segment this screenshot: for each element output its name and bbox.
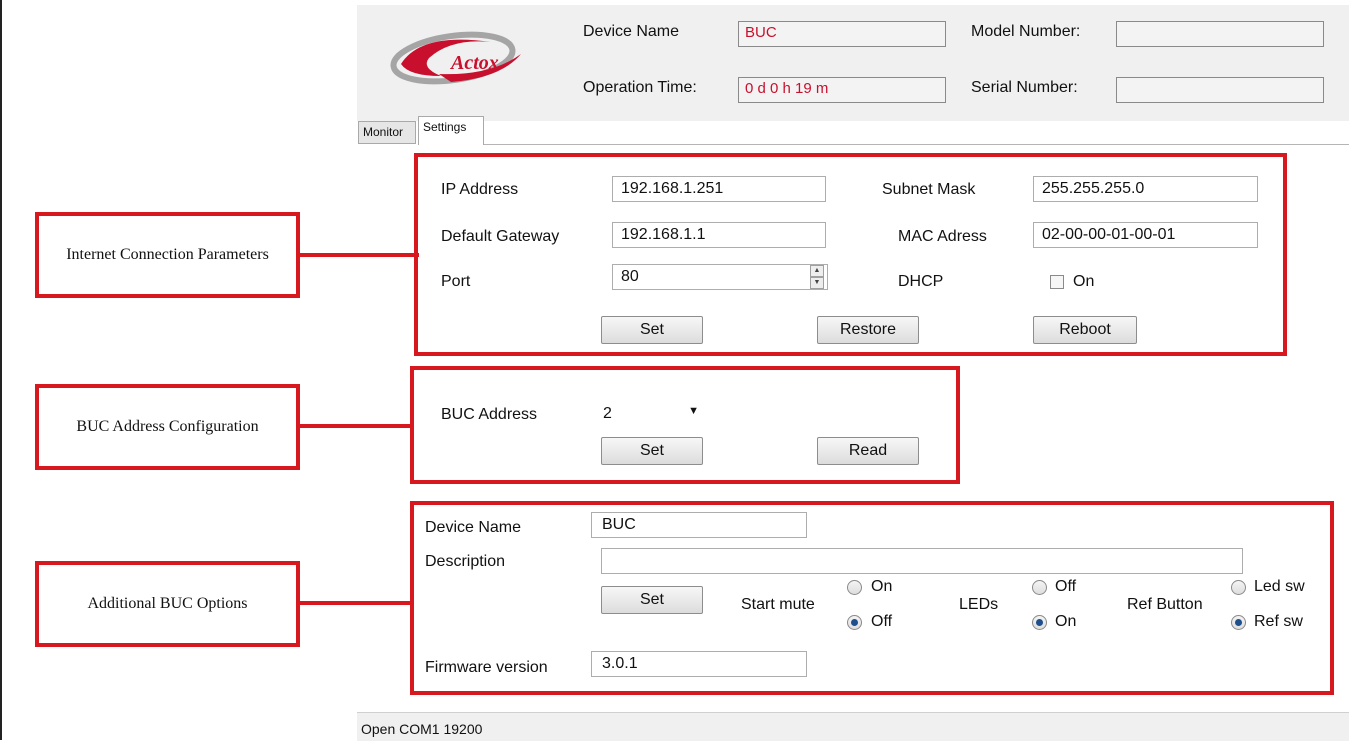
description-label: Description (425, 553, 506, 570)
ref-led-sw-radio[interactable] (1231, 580, 1246, 595)
chevron-down-icon[interactable]: ▼ (688, 405, 699, 417)
connector-internet (300, 253, 419, 257)
port-spinner[interactable]: ▲ ▼ (810, 265, 824, 291)
mac-address-label: MAC Adress (898, 228, 987, 245)
spin-up-icon[interactable]: ▲ (810, 265, 824, 277)
tab-settings[interactable]: Settings (418, 116, 484, 145)
options-device-name-label: Device Name (425, 519, 522, 536)
options-set-button[interactable]: Set (601, 586, 703, 614)
dhcp-on-label: On (1073, 273, 1095, 290)
header-operation-time-field: 0 d 0 h 19 m (738, 77, 946, 103)
leds-off-label: Off (1055, 578, 1077, 595)
svg-text:Actox: Actox (449, 52, 499, 74)
port-label: Port (441, 273, 471, 290)
leds-on-label: On (1055, 613, 1077, 630)
status-text: Open COM1 19200 (361, 721, 483, 737)
network-set-button[interactable]: Set (601, 316, 703, 344)
ref-button-label: Ref Button (1127, 596, 1203, 613)
actox-logo: Actox (390, 31, 521, 85)
annotation-additional-options: Additional BUC Options (35, 561, 300, 647)
leds-off-radio[interactable] (1032, 580, 1047, 595)
buc-address-value: 2 (603, 405, 612, 422)
header-serial-number-field (1116, 77, 1324, 103)
leds-on-radio[interactable] (1032, 615, 1047, 630)
address-set-button[interactable]: Set (601, 437, 703, 465)
header-device-name-field: BUC (738, 21, 946, 47)
subnet-mask-input[interactable]: 255.255.255.0 (1033, 176, 1258, 202)
firmware-version-label: Firmware version (425, 659, 548, 676)
buc-address-select[interactable]: 2 ▼ (601, 402, 703, 428)
connector-buc-address (300, 424, 412, 428)
tab-strip-line (484, 144, 1349, 145)
start-mute-label: Start mute (741, 596, 815, 613)
dhcp-checkbox[interactable] (1050, 275, 1064, 289)
buc-address-label: BUC Address (441, 406, 538, 423)
page-left-border (0, 0, 2, 740)
options-device-name-input[interactable]: BUC (591, 512, 807, 538)
leds-label: LEDs (959, 596, 999, 613)
reboot-button[interactable]: Reboot (1033, 316, 1137, 344)
firmware-version-field: 3.0.1 (591, 651, 807, 677)
start-mute-on-radio[interactable] (847, 580, 862, 595)
header-model-number-label: Model Number: (971, 23, 1081, 40)
annotation-buc-address: BUC Address Configuration (35, 384, 300, 470)
address-read-button[interactable]: Read (817, 437, 919, 465)
port-input[interactable]: 80 (612, 264, 828, 290)
ref-ref-sw-label: Ref sw (1254, 613, 1303, 630)
ref-led-sw-label: Led sw (1254, 578, 1305, 595)
default-gateway-label: Default Gateway (441, 228, 560, 245)
dhcp-label: DHCP (898, 273, 944, 290)
ip-address-label: IP Address (441, 181, 519, 198)
ip-address-input[interactable]: 192.168.1.251 (612, 176, 826, 202)
tab-monitor[interactable]: Monitor (358, 121, 416, 144)
header-model-number-field (1116, 21, 1324, 47)
connector-additional (300, 601, 412, 605)
mac-address-input[interactable]: 02-00-00-01-00-01 (1033, 222, 1258, 248)
spin-down-icon[interactable]: ▼ (810, 277, 824, 289)
subnet-mask-label: Subnet Mask (882, 181, 976, 198)
header-serial-number-label: Serial Number: (971, 79, 1078, 96)
header-device-name-label: Device Name (583, 23, 680, 40)
start-mute-on-label: On (871, 578, 893, 595)
description-input[interactable] (601, 548, 1243, 574)
default-gateway-input[interactable]: 192.168.1.1 (612, 222, 826, 248)
restore-button[interactable]: Restore (817, 316, 919, 344)
header-operation-time-label: Operation Time: (583, 79, 697, 96)
start-mute-off-radio[interactable] (847, 615, 862, 630)
status-bar: Open COM1 19200 (357, 712, 1349, 741)
ref-ref-sw-radio[interactable] (1231, 615, 1246, 630)
annotation-internet-connection: Internet Connection Parameters (35, 212, 300, 298)
start-mute-off-label: Off (871, 613, 893, 630)
